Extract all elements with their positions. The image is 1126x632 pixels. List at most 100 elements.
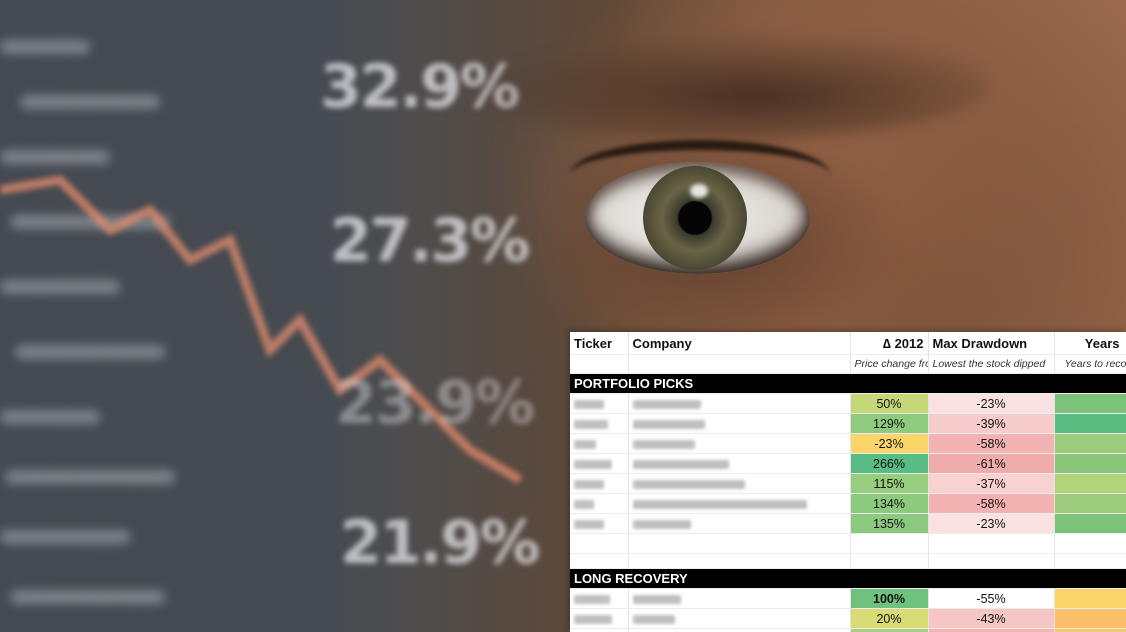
- screen-figure-4: 23.9%: [335, 368, 535, 438]
- years-cell[interactable]: 1.4: [1054, 493, 1126, 514]
- section-header-row: LONG RECOVERY: [570, 568, 1126, 589]
- table-row: 134%-58%1.4: [570, 493, 1126, 514]
- company-cell-redacted[interactable]: [628, 493, 851, 514]
- drawdown-cell[interactable]: -61%: [928, 453, 1055, 474]
- redacted-company: [632, 479, 745, 489]
- redacted-company: [632, 399, 701, 409]
- redacted-ticker: [574, 419, 608, 429]
- empty-cell[interactable]: [850, 533, 929, 554]
- screen-figure-3: 21.9%: [340, 508, 540, 578]
- table-row: 115%-37%1.6: [570, 473, 1126, 494]
- years-cell[interactable]: 2.5: [1054, 628, 1126, 632]
- years-cell[interactable]: 1.2: [1054, 453, 1126, 474]
- subheader-years[interactable]: Years to reco: [1054, 354, 1126, 374]
- company-cell-redacted[interactable]: [628, 588, 851, 609]
- spacer-row: [570, 553, 1126, 569]
- change-cell[interactable]: 129%: [850, 413, 929, 434]
- years-cell[interactable]: 1.1: [1054, 513, 1126, 534]
- subheader-empty[interactable]: [570, 354, 629, 374]
- company-cell-redacted[interactable]: [628, 513, 851, 534]
- subheader-empty[interactable]: [628, 354, 851, 374]
- company-cell-redacted[interactable]: [628, 433, 851, 454]
- header-ticker[interactable]: Ticker: [570, 332, 629, 355]
- company-cell-redacted[interactable]: [628, 413, 851, 434]
- years-cell[interactable]: 0.8: [1054, 413, 1126, 434]
- change-cell[interactable]: 134%: [850, 493, 929, 514]
- years-cell[interactable]: 2.1: [1054, 588, 1126, 609]
- ticker-cell-redacted[interactable]: [570, 608, 629, 629]
- change-cell[interactable]: 135%: [850, 513, 929, 534]
- company-cell-redacted[interactable]: [628, 608, 851, 629]
- redacted-company: [632, 594, 681, 604]
- eye: [585, 162, 810, 274]
- company-cell-redacted[interactable]: [628, 393, 851, 414]
- ticker-cell-redacted[interactable]: [570, 453, 629, 474]
- change-cell[interactable]: 50%: [850, 393, 929, 414]
- iris: [643, 166, 747, 270]
- years-cell[interactable]: 1.6: [1054, 473, 1126, 494]
- years-cell[interactable]: 1.1: [1054, 393, 1126, 414]
- drawdown-cell[interactable]: -58%: [928, 433, 1055, 454]
- header-years[interactable]: Years: [1054, 332, 1126, 355]
- redacted-ticker: [574, 594, 610, 604]
- empty-cell[interactable]: [850, 553, 929, 569]
- header-company[interactable]: Company: [628, 332, 851, 355]
- years-cell[interactable]: 1.4: [1054, 433, 1126, 454]
- section-title[interactable]: PORTFOLIO PICKS: [570, 373, 1126, 394]
- redacted-company: [632, 614, 675, 624]
- drawdown-cell[interactable]: -43%: [928, 608, 1055, 629]
- drawdown-cell[interactable]: -57%: [928, 628, 1055, 632]
- redacted-ticker: [574, 614, 612, 624]
- empty-cell[interactable]: [628, 553, 851, 569]
- ticker-cell-redacted[interactable]: [570, 513, 629, 534]
- drawdown-cell[interactable]: -58%: [928, 493, 1055, 514]
- change-cell[interactable]: 20%: [850, 608, 929, 629]
- subheader-row: Price change fro Lowest the stock dipped…: [570, 354, 1126, 374]
- ticker-cell-redacted[interactable]: [570, 433, 629, 454]
- change-cell[interactable]: 104%: [850, 628, 929, 632]
- section-title[interactable]: LONG RECOVERY: [570, 568, 1126, 589]
- years-cell[interactable]: 2.7: [1054, 608, 1126, 629]
- blurred-trend-line: [0, 175, 523, 484]
- ticker-cell-redacted[interactable]: [570, 473, 629, 494]
- ticker-cell-redacted[interactable]: [570, 588, 629, 609]
- ticker-cell-redacted[interactable]: [570, 493, 629, 514]
- header-max-drawdown[interactable]: Max Drawdown: [928, 332, 1055, 355]
- company-cell-redacted[interactable]: [628, 453, 851, 474]
- header-change-2012[interactable]: ∆ 2012: [850, 332, 929, 355]
- table-row: 266%-61%1.2: [570, 453, 1126, 474]
- redacted-ticker: [574, 519, 604, 529]
- drawdown-cell[interactable]: -23%: [928, 513, 1055, 534]
- table-row: 129%-39%0.8: [570, 413, 1126, 434]
- company-cell-redacted[interactable]: [628, 628, 851, 632]
- change-cell[interactable]: 266%: [850, 453, 929, 474]
- drawdown-cell[interactable]: -39%: [928, 413, 1055, 434]
- drawdown-cell[interactable]: -37%: [928, 473, 1055, 494]
- company-cell-redacted[interactable]: [628, 473, 851, 494]
- header-row: Ticker Company ∆ 2012 Max Drawdown Years: [570, 332, 1126, 355]
- redacted-company: [632, 459, 729, 469]
- redacted-company: [632, 419, 705, 429]
- empty-cell[interactable]: [928, 553, 1055, 569]
- ticker-cell-redacted[interactable]: [570, 393, 629, 414]
- empty-cell[interactable]: [570, 553, 629, 569]
- change-cell[interactable]: -23%: [850, 433, 929, 454]
- empty-cell[interactable]: [1054, 553, 1126, 569]
- table-row: 104%-57%2.5: [570, 628, 1126, 632]
- drawdown-cell[interactable]: -55%: [928, 588, 1055, 609]
- drawdown-cell[interactable]: -23%: [928, 393, 1055, 414]
- subheader-change[interactable]: Price change fro: [850, 354, 929, 374]
- table-row: 20%-43%2.7: [570, 608, 1126, 629]
- empty-cell[interactable]: [628, 533, 851, 554]
- ticker-cell-redacted[interactable]: [570, 628, 629, 632]
- empty-cell[interactable]: [928, 533, 1055, 554]
- empty-cell[interactable]: [570, 533, 629, 554]
- redacted-ticker: [574, 459, 612, 469]
- ticker-cell-redacted[interactable]: [570, 413, 629, 434]
- change-cell[interactable]: 100%: [850, 588, 929, 609]
- section-header-row: PORTFOLIO PICKS: [570, 373, 1126, 394]
- subheader-drawdown[interactable]: Lowest the stock dipped: [928, 354, 1055, 374]
- change-cell[interactable]: 115%: [850, 473, 929, 494]
- empty-cell[interactable]: [1054, 533, 1126, 554]
- redacted-company: [632, 519, 691, 529]
